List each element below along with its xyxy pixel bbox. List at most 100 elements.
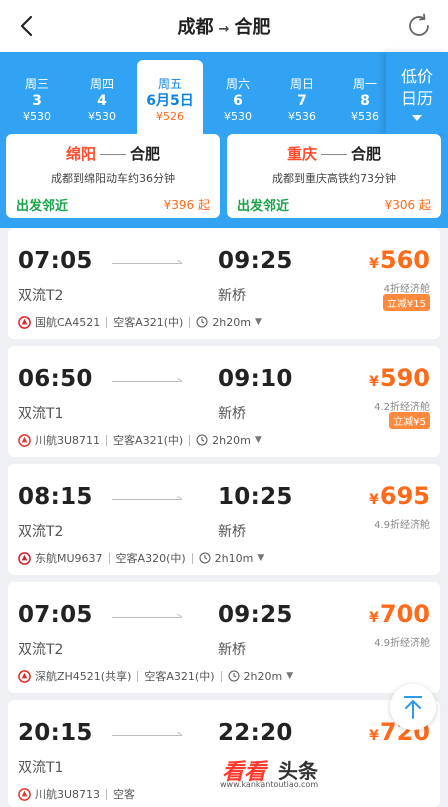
currency-symbol: ¥ (369, 374, 379, 390)
flight-number: 川航3U8711 (35, 434, 101, 447)
cabin-class: 4.2折经济舱 (374, 402, 430, 413)
flight-card[interactable]: 07:05 09:25 双流T2 新桥 ¥560 4折经济舱 立减¥15 国航CA4521 空客… (8, 228, 440, 339)
departure-time: 20:15 (18, 720, 93, 746)
date-tab[interactable]: 周四 4 ¥530 (71, 60, 133, 126)
clock-icon (196, 316, 208, 328)
flight-duration: 2h20m (243, 669, 283, 683)
date-weekday: 周五 (157, 77, 182, 91)
nearby-description: 成都到绵阳动车约36分钟 (51, 172, 175, 185)
aircraft-type: 空客A321(中) (144, 670, 215, 683)
date-weekday: 周三 (24, 77, 49, 91)
date-day: 6 (233, 93, 243, 109)
date-day: 4 (97, 93, 107, 109)
flight-duration: 2h10m (214, 551, 254, 565)
nearby-departure-card[interactable]: 重庆 合肥 成都到重庆高铁约73分钟 出发邻近 ¥306 起 (227, 134, 441, 218)
price: ¥590 (369, 364, 430, 392)
currency-symbol: ¥ (369, 610, 379, 626)
caret-down-icon (412, 115, 422, 121)
clock-icon (196, 434, 208, 446)
date-price: ¥530 (23, 110, 51, 123)
arrival-airport: 新桥 (218, 642, 246, 658)
flight-meta: 川航3U8711 空客A321(中) 2h20m ▼ (18, 432, 262, 448)
arrival-time: 22:20 (218, 720, 293, 746)
date-tab[interactable]: 周三 3 ¥530 (6, 60, 68, 126)
price: ¥560 (369, 246, 430, 274)
price-value: 700 (379, 600, 430, 628)
cabin-class: 4.9折经济舱 (374, 520, 430, 531)
date-weekday: 周四 (89, 77, 114, 91)
divider (191, 552, 193, 564)
date-and-nearby-panel: 周三 3 ¥530 周四 4 ¥530 周五 6月5日 ¥526 周六 6 ¥5… (0, 52, 448, 228)
date-day: 7 (297, 93, 307, 109)
flight-meta: 川航3U8713 空客 (18, 786, 135, 802)
chevron-down-icon[interactable]: ▼ (255, 435, 262, 445)
divider (220, 670, 222, 682)
currency-symbol: ¥ (369, 256, 379, 272)
divider (106, 316, 108, 328)
arrival-airport: 新桥 (218, 524, 246, 540)
route-line (112, 617, 182, 618)
divider (108, 552, 110, 564)
date-weekday: 周日 (289, 77, 314, 91)
date-day: 6月5日 (146, 93, 194, 109)
aircraft-type: 空客 (113, 788, 136, 801)
clock-icon (199, 552, 211, 564)
flight-card[interactable]: 06:50 09:10 双流T1 新桥 ¥590 4.2折经济舱 立减¥5 川航3U8711 空… (8, 346, 440, 457)
nearby-from: 绵阳 (65, 145, 96, 163)
refresh-icon[interactable] (404, 11, 434, 41)
nearby-route: 重庆 合肥 (227, 143, 441, 164)
divider (137, 670, 139, 682)
route-arrow-icon (321, 154, 347, 155)
flight-number: 东航MU9637 (35, 552, 103, 565)
sichuan-airlines-logo (18, 433, 31, 447)
arrival-airport: 新桥 (218, 406, 246, 422)
date-tab-selected[interactable]: 周五 6月5日 ¥526 (137, 60, 203, 134)
back-to-top-button[interactable] (390, 684, 436, 730)
flight-card[interactable]: 07:05 09:25 双流T2 新桥 ¥700 4.9折经济舱 深航ZH4521(共享) 空… (8, 582, 440, 693)
flight-card[interactable]: 08:15 10:25 双流T2 新桥 ¥695 4.9折经济舱 东航MU9637 空客A32… (8, 464, 440, 575)
china-eastern-logo (18, 551, 31, 565)
price-value: 590 (379, 364, 430, 392)
nearby-from: 重庆 (286, 145, 317, 163)
nearby-departure-card[interactable]: 绵阳 合肥 成都到绵阳动车约36分钟 出发邻近 ¥396 起 (6, 134, 220, 218)
date-tab[interactable]: 周日 7 ¥536 (271, 60, 333, 126)
route-line (112, 499, 182, 500)
route-title: 成都 → 合肥 (0, 13, 448, 39)
departure-airport: 双流T2 (18, 642, 64, 658)
date-price: ¥530 (224, 110, 252, 123)
date-day: 3 (32, 93, 42, 109)
flight-number: 川航3U8713 (35, 788, 101, 801)
flight-meta: 深航ZH4521(共享) 空客A321(中) 2h20m ▼ (18, 668, 293, 684)
arrival-time: 09:10 (218, 366, 293, 392)
arrival-time: 09:25 (218, 248, 293, 274)
nearby-to: 合肥 (130, 145, 161, 163)
departure-airport: 双流T1 (18, 406, 64, 422)
date-price: ¥530 (88, 110, 116, 123)
divider (189, 434, 191, 446)
price: ¥695 (369, 482, 430, 510)
date-price: ¥526 (156, 110, 184, 123)
divider (106, 434, 108, 446)
arrow-up-icon (404, 696, 422, 719)
chevron-down-icon[interactable]: ▼ (257, 553, 264, 563)
low-price-calendar-label: 低价 (400, 67, 433, 86)
flight-duration: 2h20m (212, 433, 251, 447)
discount-badge: 立减¥15 (382, 294, 430, 311)
arrival-time: 09:25 (218, 602, 293, 628)
currency-symbol: ¥ (369, 492, 379, 508)
chevron-down-icon[interactable]: ▼ (286, 671, 293, 681)
currency-symbol: ¥ (369, 728, 379, 744)
departure-time: 07:05 (18, 248, 93, 274)
low-price-calendar-button[interactable]: 低价 日历 (386, 52, 448, 134)
air-china-logo (18, 315, 31, 329)
departure-time: 06:50 (18, 366, 93, 392)
date-tab[interactable]: 周六 6 ¥530 (207, 60, 269, 126)
price-value: 560 (379, 246, 430, 274)
departure-time: 08:15 (18, 484, 93, 510)
arrival-time: 10:25 (218, 484, 293, 510)
nearby-route: 绵阳 合肥 (6, 143, 220, 164)
route-to: 合肥 (234, 17, 271, 38)
chevron-down-icon[interactable]: ▼ (255, 317, 262, 327)
flight-meta: 国航CA4521 空客A321(中) 2h20m ▼ (18, 314, 262, 330)
route-line (112, 263, 182, 264)
